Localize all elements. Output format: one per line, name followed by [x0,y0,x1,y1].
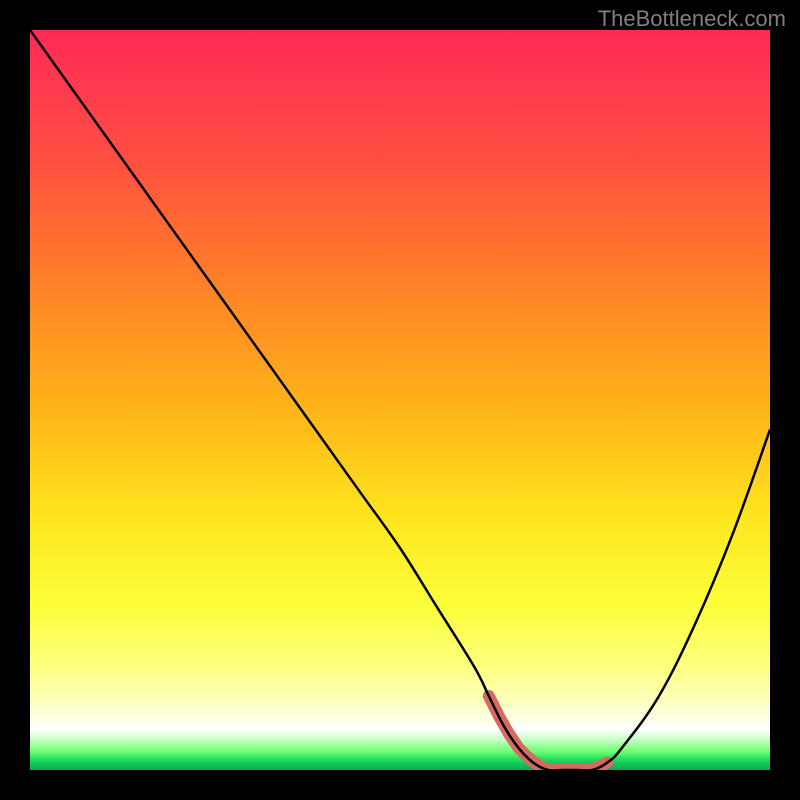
bottleneck-curve [30,30,770,770]
chart-area [30,30,770,770]
chart-svg [30,30,770,770]
watermark-text: TheBottleneck.com [598,6,786,32]
